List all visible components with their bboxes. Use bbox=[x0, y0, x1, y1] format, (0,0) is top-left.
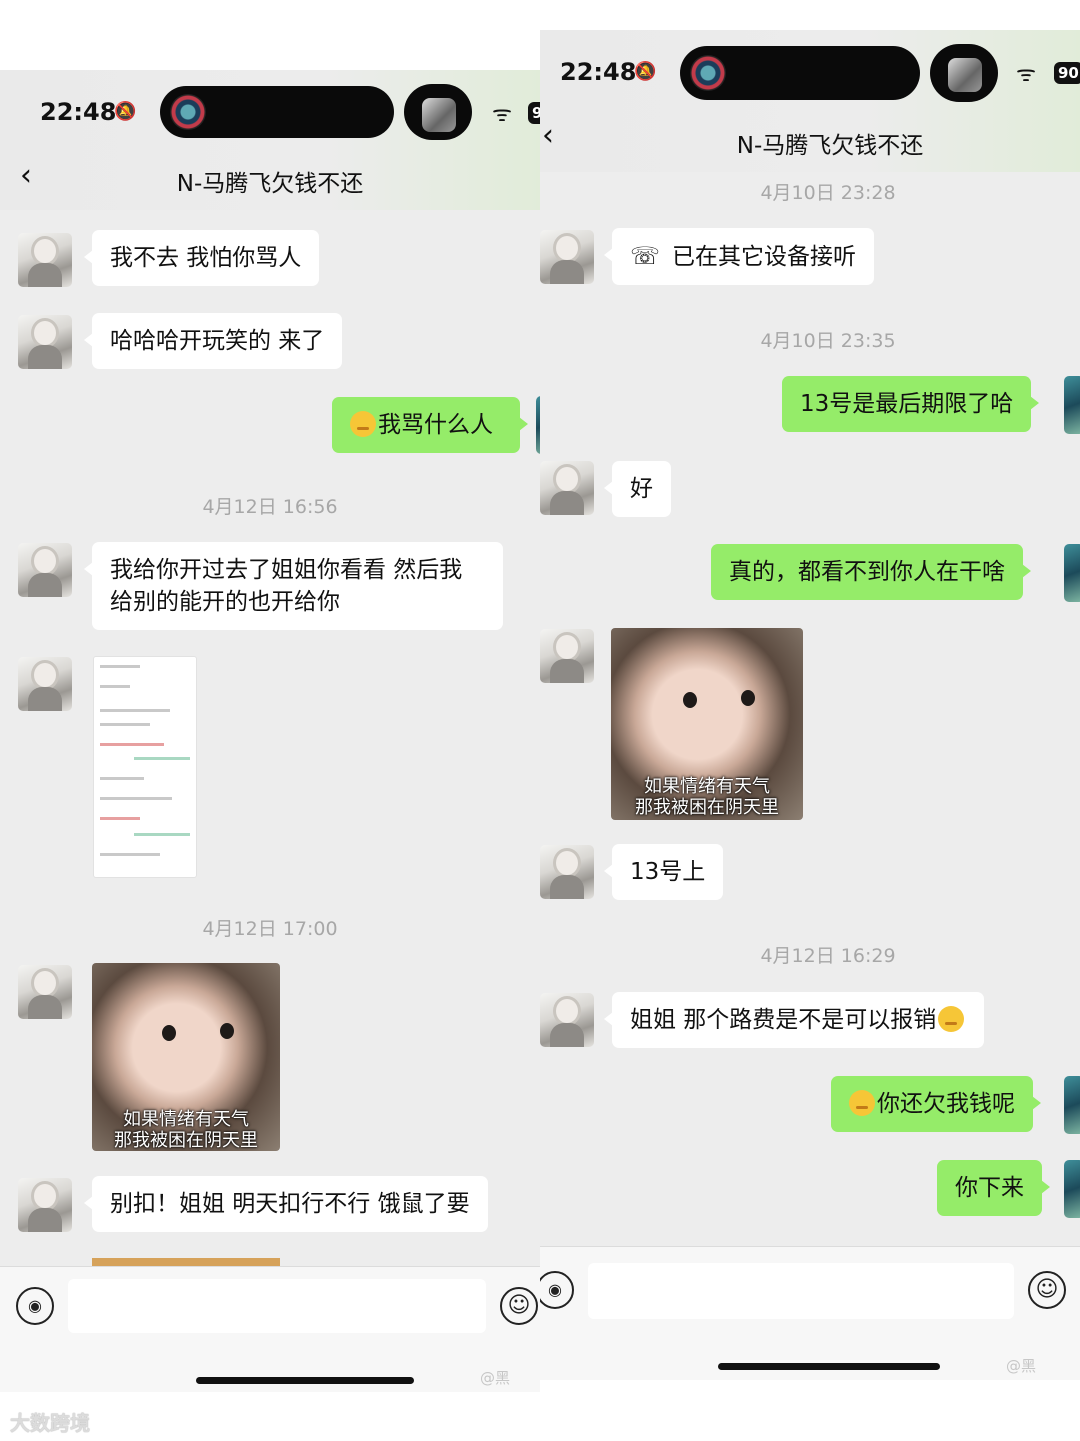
message-input[interactable] bbox=[588, 1263, 1014, 1319]
my-message-bubble[interactable]: 我骂什么人 bbox=[332, 397, 528, 453]
battery-indicator: 90 bbox=[1054, 62, 1080, 84]
wifi-icon: ᯤ bbox=[1016, 62, 1037, 87]
bell-slash-icon: 🔕 bbox=[634, 61, 657, 82]
emoji-face-icon bbox=[350, 411, 376, 437]
message-bubble[interactable]: 我给你开过去了姐姐你看看 然后我给别的能开的也开给你 bbox=[84, 542, 503, 630]
dynamic-island bbox=[160, 86, 394, 138]
dynamic-island bbox=[680, 46, 920, 100]
message-bubble[interactable]: 别扣！姐姐 明天扣行不行 饿鼠了要 bbox=[84, 1176, 488, 1232]
message-input[interactable] bbox=[68, 1279, 486, 1333]
message-bubble[interactable]: 哈哈哈开玩笑的 来了 bbox=[83, 313, 343, 369]
my-avatar[interactable] bbox=[1064, 376, 1080, 434]
camera-pill bbox=[930, 44, 998, 102]
contact-avatar[interactable] bbox=[540, 629, 594, 683]
my-message-bubble[interactable]: 13号是最后期限了哈 bbox=[782, 376, 1040, 432]
sticker-image[interactable]: 如果情绪有天气 那我被困在阴天里 bbox=[611, 628, 803, 820]
contact-avatar[interactable] bbox=[18, 1178, 72, 1232]
contact-avatar[interactable] bbox=[18, 233, 72, 287]
contact-avatar[interactable] bbox=[18, 657, 72, 711]
chat-timestamp: 4月12日 17:00 bbox=[202, 918, 338, 940]
my-avatar[interactable] bbox=[1064, 1076, 1080, 1134]
my-message-bubble[interactable]: 真的，都看不到你人在干啥 bbox=[711, 544, 1031, 600]
sticker-caption-line: 那我被困在阴天里 bbox=[114, 1130, 258, 1151]
hang-up-phone-icon: ☏ bbox=[630, 242, 661, 270]
emoji-icon[interactable]: ☺ bbox=[500, 1287, 538, 1325]
chat-title: N-马腾飞欠钱不还 bbox=[176, 171, 364, 197]
right-chat-screenshot: 22:48 🔕 ᯤ 90 ‹ N-马腾飞欠钱不还 4月10日 23:28 ☏ 已在… bbox=[540, 30, 1080, 1380]
my-message-text: 你还欠我钱呢 bbox=[877, 1091, 1015, 1117]
contact-avatar[interactable] bbox=[18, 543, 72, 597]
contact-avatar[interactable] bbox=[540, 461, 594, 515]
app-activity-icon bbox=[690, 55, 726, 91]
chat-header: 22:48 🔕 ᯤ 90 ‹ N-马腾飞欠钱不还 bbox=[540, 30, 1080, 172]
home-indicator bbox=[196, 1377, 414, 1384]
activity-thumbnail bbox=[422, 98, 456, 132]
weibo-watermark: @黑 bbox=[480, 1369, 511, 1387]
weibo-watermark: @黑 bbox=[1006, 1357, 1037, 1375]
camera-pill bbox=[404, 84, 472, 140]
sticker-caption-line: 那我被困在阴天里 bbox=[635, 797, 779, 818]
sticker-caption-line: 如果情绪有天气 bbox=[123, 1109, 249, 1130]
message-bubble[interactable]: 姐姐 那个路费是不是可以报销 bbox=[603, 992, 985, 1048]
chevron-left-icon[interactable]: ‹ bbox=[542, 118, 554, 153]
message-bubble[interactable]: 13号上 bbox=[603, 844, 724, 900]
chat-timestamp: 4月10日 23:35 bbox=[760, 330, 896, 352]
battery-indicator: 90 bbox=[528, 102, 540, 124]
app-activity-icon bbox=[170, 94, 206, 130]
emoji-icon[interactable]: ☺ bbox=[1028, 1271, 1066, 1309]
voice-input-icon[interactable]: ◉ bbox=[16, 1287, 54, 1325]
my-avatar[interactable] bbox=[1064, 1160, 1080, 1218]
input-bar: ◉ ☺ @黑 bbox=[540, 1246, 1080, 1380]
activity-thumbnail bbox=[948, 58, 982, 92]
contact-avatar[interactable] bbox=[540, 845, 594, 899]
my-message-bubble[interactable]: 你下来 bbox=[937, 1160, 1050, 1216]
bell-slash-icon: 🔕 bbox=[114, 101, 137, 122]
my-message-text: 我骂什么人 bbox=[378, 412, 493, 438]
status-time: 22:48 bbox=[560, 58, 637, 86]
chat-header: 22:48 🔕 ᯤ 90 ‹ N-马腾飞欠钱不还 bbox=[0, 70, 540, 210]
call-record-text: 已在其它设备接听 bbox=[672, 244, 857, 270]
input-bar: ◉ ☺ @黑 bbox=[0, 1266, 540, 1392]
home-indicator bbox=[718, 1363, 940, 1370]
message-bubble[interactable]: 好 bbox=[604, 461, 671, 517]
contact-avatar[interactable] bbox=[18, 315, 72, 369]
my-message-bubble[interactable]: 你还欠我钱呢 bbox=[831, 1076, 1041, 1132]
chat-timestamp: 4月10日 23:28 bbox=[760, 182, 896, 204]
contact-avatar[interactable] bbox=[540, 993, 594, 1047]
message-bubble[interactable]: 我不去 我怕你骂人 bbox=[83, 230, 320, 286]
emoji-face-icon bbox=[849, 1090, 875, 1116]
contact-avatar[interactable] bbox=[540, 230, 594, 284]
voice-input-icon[interactable]: ◉ bbox=[540, 1271, 574, 1309]
wifi-icon: ᯤ bbox=[492, 102, 513, 127]
left-chat-screenshot: 22:48 🔕 ᯤ 90 ‹ N-马腾飞欠钱不还 我不去 我怕你骂人 哈哈哈开玩… bbox=[0, 70, 540, 1392]
sticker-caption-line: 如果情绪有天气 bbox=[644, 776, 770, 797]
chat-title: N-马腾飞欠钱不还 bbox=[736, 133, 924, 159]
chat-timestamp: 4月12日 16:29 bbox=[760, 945, 896, 967]
call-record-bubble[interactable]: ☏ 已在其它设备接听 bbox=[603, 228, 875, 285]
status-time: 22:48 bbox=[40, 98, 117, 126]
shared-screenshot-image[interactable] bbox=[93, 656, 197, 878]
emoji-face-icon bbox=[938, 1006, 965, 1032]
contact-avatar[interactable] bbox=[18, 965, 72, 1019]
message-text: 姐姐 那个路费是不是可以报销 bbox=[630, 1007, 937, 1033]
sticker-image[interactable]: 如果情绪有天气 那我被困在阴天里 bbox=[92, 963, 280, 1151]
my-avatar[interactable] bbox=[1064, 544, 1080, 602]
chat-timestamp: 4月12日 16:56 bbox=[202, 496, 338, 518]
brand-watermark: 大数跨境 bbox=[10, 1411, 90, 1435]
partial-image bbox=[92, 1258, 280, 1266]
